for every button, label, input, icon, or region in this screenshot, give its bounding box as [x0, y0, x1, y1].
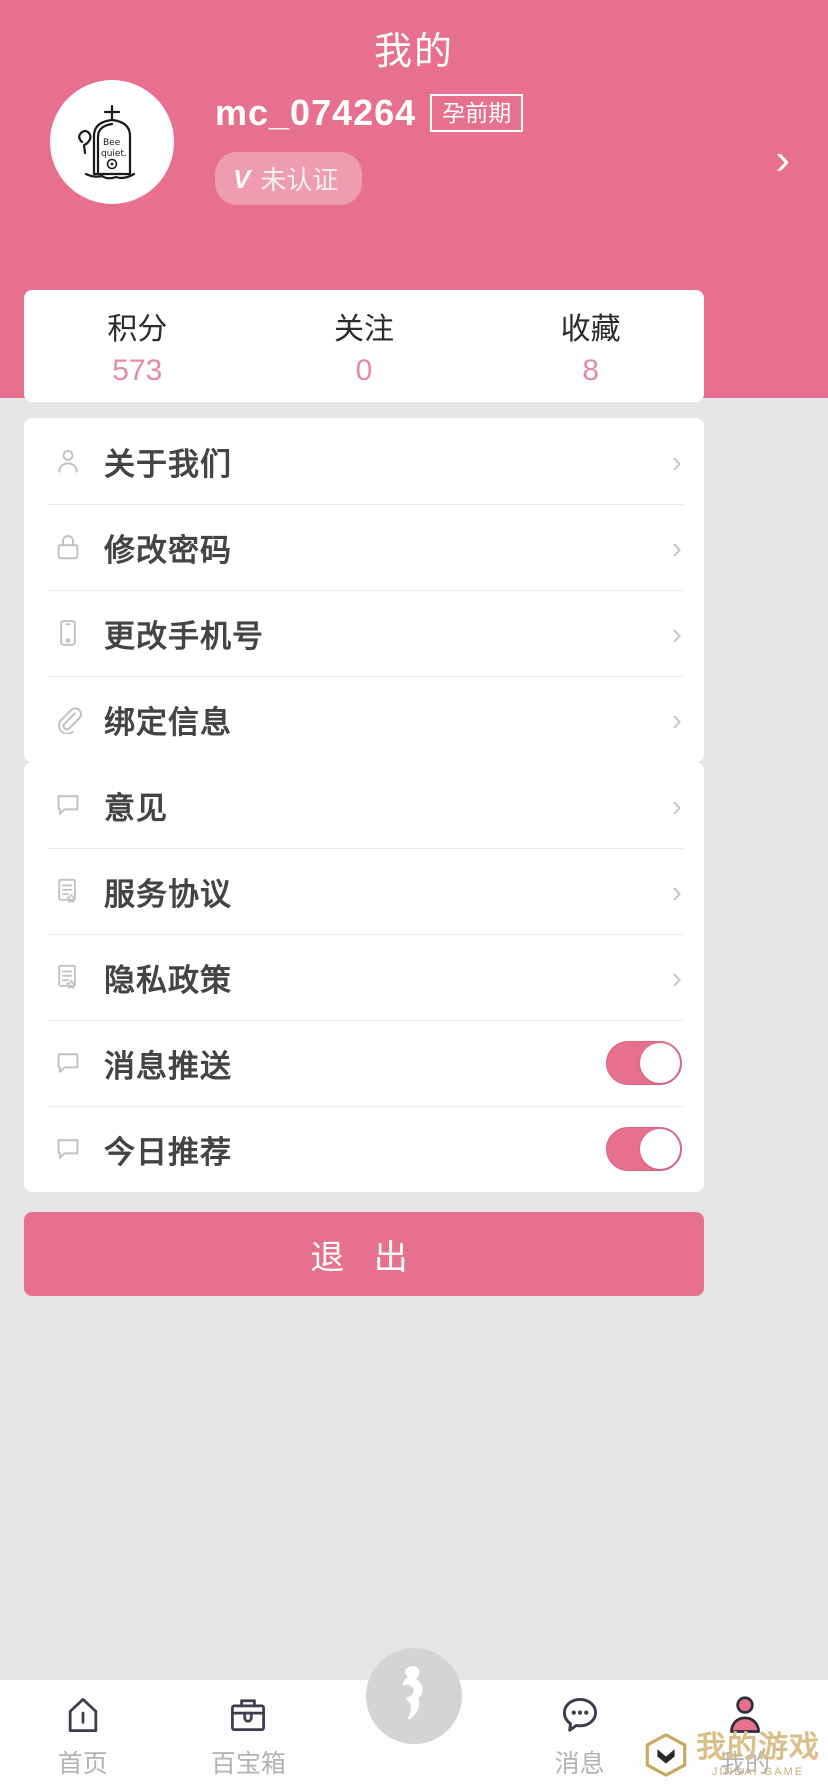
menu-item-label: 意见 [104, 790, 168, 826]
stat-value: 8 [582, 354, 600, 387]
toggle-knob [640, 1043, 680, 1083]
app-root: 我的 Bee quiet. mc_074264 孕前期 V 未认证 › 积分 5… [0, 0, 828, 1792]
chevron-right-icon: › [671, 529, 682, 565]
menu-item-about-us[interactable]: 关于我们 › [24, 418, 704, 504]
toggle-push-notifications[interactable] [606, 1041, 682, 1085]
avatar[interactable]: Bee quiet. [50, 80, 174, 204]
chevron-right-icon: › [671, 873, 682, 909]
chevron-right-icon: › [671, 787, 682, 823]
tab-label: 消息 [554, 1750, 605, 1778]
paperclip-icon [48, 699, 88, 739]
tab-label: 我的 [720, 1750, 771, 1778]
tab-label: 百宝箱 [210, 1750, 286, 1778]
profile-row[interactable]: Bee quiet. mc_074264 孕前期 V 未认证 › [0, 80, 828, 260]
menu-item-feedback[interactable]: 意见 › [24, 762, 704, 848]
verified-v-icon: V [233, 163, 251, 194]
menu-item-service-agreement[interactable]: 服务协议 › [24, 848, 704, 934]
pregnant-woman-icon [365, 1648, 462, 1744]
chevron-right-icon: › [671, 701, 682, 737]
menu-item-label: 隐私政策 [104, 962, 232, 998]
tab-center-pregnancy[interactable] [331, 1648, 497, 1792]
message-icon [558, 1692, 602, 1738]
toolbox-icon [226, 1692, 270, 1738]
lock-icon [48, 527, 88, 567]
tab-mine[interactable]: 我的 [662, 1680, 828, 1792]
person-icon [48, 441, 88, 481]
stat-label: 积分 [107, 313, 168, 346]
document-icon [48, 957, 88, 997]
menu-item-change-password[interactable]: 修改密码 › [24, 504, 704, 590]
home-icon [61, 1692, 105, 1738]
stat-value: 573 [112, 354, 163, 387]
menu-item-privacy-policy[interactable]: 隐私政策 › [24, 934, 704, 1020]
profile-chevron-right-icon[interactable]: › [775, 138, 790, 182]
stage-badge: 孕前期 [430, 93, 524, 133]
menu-item-label: 修改密码 [104, 532, 232, 568]
tombstone-avatar-image: Bee quiet. [78, 104, 136, 180]
menu-item-daily-recommendation[interactable]: 今日推荐 [24, 1106, 704, 1192]
tab-label: 首页 [57, 1750, 108, 1778]
menu-item-label: 今日推荐 [104, 1134, 232, 1170]
verification-badge[interactable]: V 未认证 [215, 152, 363, 205]
menu-item-change-phone[interactable]: 更改手机号 › [24, 590, 704, 676]
stat-label: 收藏 [560, 313, 621, 346]
tab-messages[interactable]: 消息 [497, 1680, 663, 1792]
chat-bubble-icon [48, 1129, 88, 1169]
settings-card-account: 关于我们 › 修改密码 › 更改手机号 › 绑定信息 › [24, 418, 704, 762]
page-title: 我的 [373, 31, 454, 73]
menu-item-label: 绑定信息 [104, 704, 232, 740]
stats-card: 积分 573 关注 0 收藏 8 [24, 290, 704, 402]
phone-icon [48, 613, 88, 653]
bottom-tab-bar: 首页 百宝箱 消息 我的 我的游戏 JINDAI GAME [0, 1648, 828, 1792]
document-icon [48, 871, 88, 911]
logout-button[interactable]: 退 出 [24, 1212, 704, 1296]
chevron-right-icon: › [671, 615, 682, 651]
username-row: mc_074264 孕前期 [215, 92, 524, 134]
settings-card-general: 意见 › 服务协议 › 隐私政策 › 消息推送 今日推荐 [24, 762, 704, 1192]
stat-value: 0 [355, 354, 373, 387]
chevron-right-icon: › [671, 443, 682, 479]
stat-label: 关注 [334, 313, 394, 346]
menu-item-push-notifications[interactable]: 消息推送 [24, 1020, 704, 1106]
menu-item-label: 更改手机号 [104, 618, 264, 654]
svg-text:quiet.: quiet. [101, 149, 127, 159]
toggle-knob [640, 1129, 680, 1169]
chat-bubble-icon [48, 785, 88, 825]
stat-points[interactable]: 积分 573 [24, 290, 251, 402]
menu-item-binding-info[interactable]: 绑定信息 › [24, 676, 704, 762]
user-icon [723, 1692, 767, 1738]
stat-following[interactable]: 关注 0 [251, 290, 478, 402]
stat-favorites[interactable]: 收藏 8 [477, 290, 704, 402]
menu-item-label: 消息推送 [104, 1048, 232, 1084]
tab-home[interactable]: 首页 [0, 1680, 166, 1792]
verification-label: 未认证 [260, 165, 339, 195]
chevron-right-icon: › [671, 959, 682, 995]
menu-item-label: 服务协议 [104, 876, 232, 912]
chat-bubble-icon [48, 1043, 88, 1083]
username-text: mc_074264 [215, 92, 417, 133]
svg-text:Bee: Bee [103, 138, 121, 148]
toggle-daily-recommendation[interactable] [606, 1127, 682, 1171]
menu-item-label: 关于我们 [104, 446, 232, 482]
tab-toolbox[interactable]: 百宝箱 [166, 1680, 332, 1792]
